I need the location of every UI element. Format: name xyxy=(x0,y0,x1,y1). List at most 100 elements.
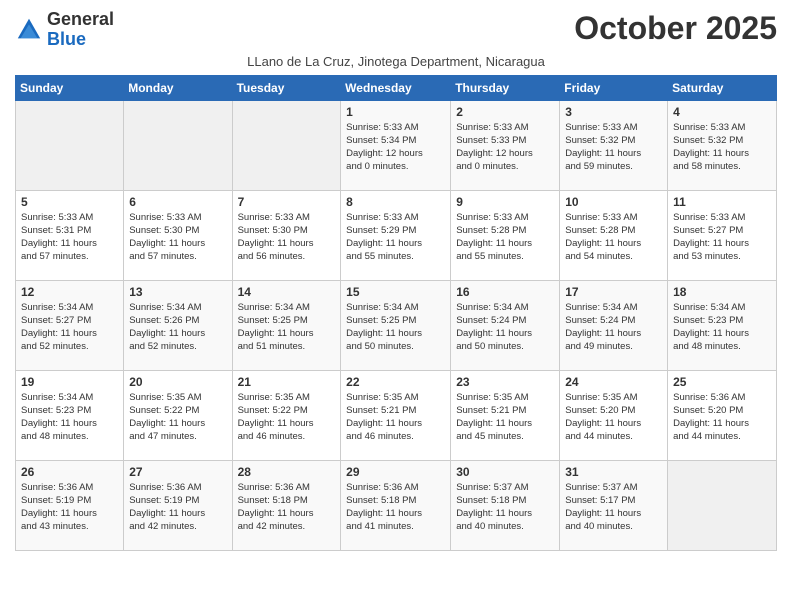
logo-blue: Blue xyxy=(47,29,86,49)
location-subtitle: LLano de La Cruz, Jinotega Department, N… xyxy=(15,54,777,69)
calendar-week-5: 26Sunrise: 5:36 AMSunset: 5:19 PMDayligh… xyxy=(16,460,777,550)
day-number: 31 xyxy=(565,465,662,479)
calendar-cell: 30 Sunrise: 5:37 AMSunset: 5:18 PMDayligh… xyxy=(451,460,560,550)
calendar-cell: 13 Sunrise: 5:34 AMSunset: 5:26 PMDayligh… xyxy=(124,280,232,370)
day-info: Sunrise: 5:34 AMSunset: 5:27 PMDaylight:… xyxy=(21,301,118,354)
day-info: Sunrise: 5:34 AMSunset: 5:23 PMDaylight:… xyxy=(673,301,771,354)
calendar-cell: 6 Sunrise: 5:33 AMSunset: 5:30 PMDaylight… xyxy=(124,190,232,280)
calendar-cell: 2 Sunrise: 5:33 AMSunset: 5:33 PMDaylight… xyxy=(451,100,560,190)
day-number: 28 xyxy=(238,465,336,479)
day-info: Sunrise: 5:34 AMSunset: 5:26 PMDaylight:… xyxy=(129,301,226,354)
calendar-week-3: 12Sunrise: 5:34 AMSunset: 5:27 PMDayligh… xyxy=(16,280,777,370)
calendar-cell xyxy=(668,460,777,550)
day-info: Sunrise: 5:33 AMSunset: 5:32 PMDaylight:… xyxy=(565,121,662,174)
calendar-table: SundayMondayTuesdayWednesdayThursdayFrid… xyxy=(15,75,777,551)
calendar-cell: 24 Sunrise: 5:35 AMSunset: 5:20 PMDayligh… xyxy=(560,370,668,460)
day-header-tuesday: Tuesday xyxy=(232,75,341,100)
calendar-cell: 17Sunrise: 5:34 AMSunset: 5:24 PMDayligh… xyxy=(560,280,668,370)
day-info: Sunrise: 5:33 AMSunset: 5:34 PMDaylight:… xyxy=(346,121,445,174)
day-info: Sunrise: 5:33 AMSunset: 5:28 PMDaylight:… xyxy=(456,211,554,264)
calendar-cell: 28Sunrise: 5:36 AMSunset: 5:18 PMDayligh… xyxy=(232,460,341,550)
day-info: Sunrise: 5:35 AMSunset: 5:21 PMDaylight:… xyxy=(346,391,445,444)
day-number: 6 xyxy=(129,195,226,209)
day-info: Sunrise: 5:37 AMSunset: 5:18 PMDaylight:… xyxy=(456,481,554,534)
day-header-friday: Friday xyxy=(560,75,668,100)
day-info: Sunrise: 5:35 AMSunset: 5:20 PMDaylight:… xyxy=(565,391,662,444)
calendar-cell: 7 Sunrise: 5:33 AMSunset: 5:30 PMDaylight… xyxy=(232,190,341,280)
day-number: 3 xyxy=(565,105,662,119)
calendar-cell: 1Sunrise: 5:33 AMSunset: 5:34 PMDaylight… xyxy=(341,100,451,190)
day-header-wednesday: Wednesday xyxy=(341,75,451,100)
page: General Blue October 2025 LLano de La Cr… xyxy=(0,0,792,566)
calendar-cell: 5 Sunrise: 5:33 AMSunset: 5:31 PMDaylight… xyxy=(16,190,124,280)
day-number: 27 xyxy=(129,465,226,479)
day-info: Sunrise: 5:34 AMSunset: 5:25 PMDaylight:… xyxy=(346,301,445,354)
day-info: Sunrise: 5:34 AMSunset: 5:25 PMDaylight:… xyxy=(238,301,336,354)
day-number: 23 xyxy=(456,375,554,389)
day-number: 7 xyxy=(238,195,336,209)
day-info: Sunrise: 5:36 AMSunset: 5:19 PMDaylight:… xyxy=(129,481,226,534)
calendar-week-2: 5 Sunrise: 5:33 AMSunset: 5:31 PMDaylight… xyxy=(16,190,777,280)
calendar-cell: 3 Sunrise: 5:33 AMSunset: 5:32 PMDaylight… xyxy=(560,100,668,190)
month-title: October 2025 xyxy=(574,10,777,47)
calendar-cell: 25 Sunrise: 5:36 AMSunset: 5:20 PMDayligh… xyxy=(668,370,777,460)
calendar-cell: 23 Sunrise: 5:35 AMSunset: 5:21 PMDayligh… xyxy=(451,370,560,460)
day-info: Sunrise: 5:34 AMSunset: 5:24 PMDaylight:… xyxy=(565,301,662,354)
calendar-header-row: SundayMondayTuesdayWednesdayThursdayFrid… xyxy=(16,75,777,100)
calendar-cell: 15 Sunrise: 5:34 AMSunset: 5:25 PMDayligh… xyxy=(341,280,451,370)
day-header-thursday: Thursday xyxy=(451,75,560,100)
day-info: Sunrise: 5:35 AMSunset: 5:21 PMDaylight:… xyxy=(456,391,554,444)
day-info: Sunrise: 5:36 AMSunset: 5:18 PMDaylight:… xyxy=(346,481,445,534)
day-number: 24 xyxy=(565,375,662,389)
logo-icon xyxy=(15,16,43,44)
day-info: Sunrise: 5:36 AMSunset: 5:20 PMDaylight:… xyxy=(673,391,771,444)
calendar-cell: 29 Sunrise: 5:36 AMSunset: 5:18 PMDayligh… xyxy=(341,460,451,550)
day-header-saturday: Saturday xyxy=(668,75,777,100)
day-number: 14 xyxy=(238,285,336,299)
day-info: Sunrise: 5:34 AMSunset: 5:23 PMDaylight:… xyxy=(21,391,118,444)
day-number: 19 xyxy=(21,375,118,389)
day-number: 8 xyxy=(346,195,445,209)
calendar-cell: 31 Sunrise: 5:37 AMSunset: 5:17 PMDayligh… xyxy=(560,460,668,550)
calendar-week-1: 1Sunrise: 5:33 AMSunset: 5:34 PMDaylight… xyxy=(16,100,777,190)
calendar-cell: 14 Sunrise: 5:34 AMSunset: 5:25 PMDayligh… xyxy=(232,280,341,370)
logo-general: General xyxy=(47,9,114,29)
day-number: 2 xyxy=(456,105,554,119)
day-number: 29 xyxy=(346,465,445,479)
calendar-cell: 8 Sunrise: 5:33 AMSunset: 5:29 PMDaylight… xyxy=(341,190,451,280)
calendar-cell: 4 Sunrise: 5:33 AMSunset: 5:32 PMDaylight… xyxy=(668,100,777,190)
day-info: Sunrise: 5:33 AMSunset: 5:30 PMDaylight:… xyxy=(238,211,336,264)
calendar-cell: 27 Sunrise: 5:36 AMSunset: 5:19 PMDayligh… xyxy=(124,460,232,550)
day-info: Sunrise: 5:33 AMSunset: 5:32 PMDaylight:… xyxy=(673,121,771,174)
calendar-cell: 19 Sunrise: 5:34 AMSunset: 5:23 PMDayligh… xyxy=(16,370,124,460)
day-info: Sunrise: 5:33 AMSunset: 5:33 PMDaylight:… xyxy=(456,121,554,174)
logo: General Blue xyxy=(15,10,114,50)
day-info: Sunrise: 5:33 AMSunset: 5:30 PMDaylight:… xyxy=(129,211,226,264)
day-info: Sunrise: 5:35 AMSunset: 5:22 PMDaylight:… xyxy=(129,391,226,444)
day-info: Sunrise: 5:33 AMSunset: 5:27 PMDaylight:… xyxy=(673,211,771,264)
day-number: 30 xyxy=(456,465,554,479)
calendar-cell: 11Sunrise: 5:33 AMSunset: 5:27 PMDayligh… xyxy=(668,190,777,280)
day-info: Sunrise: 5:37 AMSunset: 5:17 PMDaylight:… xyxy=(565,481,662,534)
day-number: 9 xyxy=(456,195,554,209)
day-number: 4 xyxy=(673,105,771,119)
calendar-cell xyxy=(232,100,341,190)
day-number: 25 xyxy=(673,375,771,389)
day-info: Sunrise: 5:33 AMSunset: 5:29 PMDaylight:… xyxy=(346,211,445,264)
day-number: 13 xyxy=(129,285,226,299)
calendar-cell: 9 Sunrise: 5:33 AMSunset: 5:28 PMDaylight… xyxy=(451,190,560,280)
day-number: 21 xyxy=(238,375,336,389)
day-number: 15 xyxy=(346,285,445,299)
logo-text: General Blue xyxy=(47,10,114,50)
calendar-cell: 12Sunrise: 5:34 AMSunset: 5:27 PMDayligh… xyxy=(16,280,124,370)
day-info: Sunrise: 5:36 AMSunset: 5:19 PMDaylight:… xyxy=(21,481,118,534)
day-number: 5 xyxy=(21,195,118,209)
day-number: 10 xyxy=(565,195,662,209)
calendar-cell: 22Sunrise: 5:35 AMSunset: 5:21 PMDayligh… xyxy=(341,370,451,460)
day-header-sunday: Sunday xyxy=(16,75,124,100)
calendar-cell: 20 Sunrise: 5:35 AMSunset: 5:22 PMDayligh… xyxy=(124,370,232,460)
calendar-week-4: 19 Sunrise: 5:34 AMSunset: 5:23 PMDayligh… xyxy=(16,370,777,460)
day-header-monday: Monday xyxy=(124,75,232,100)
day-info: Sunrise: 5:33 AMSunset: 5:31 PMDaylight:… xyxy=(21,211,118,264)
day-number: 20 xyxy=(129,375,226,389)
